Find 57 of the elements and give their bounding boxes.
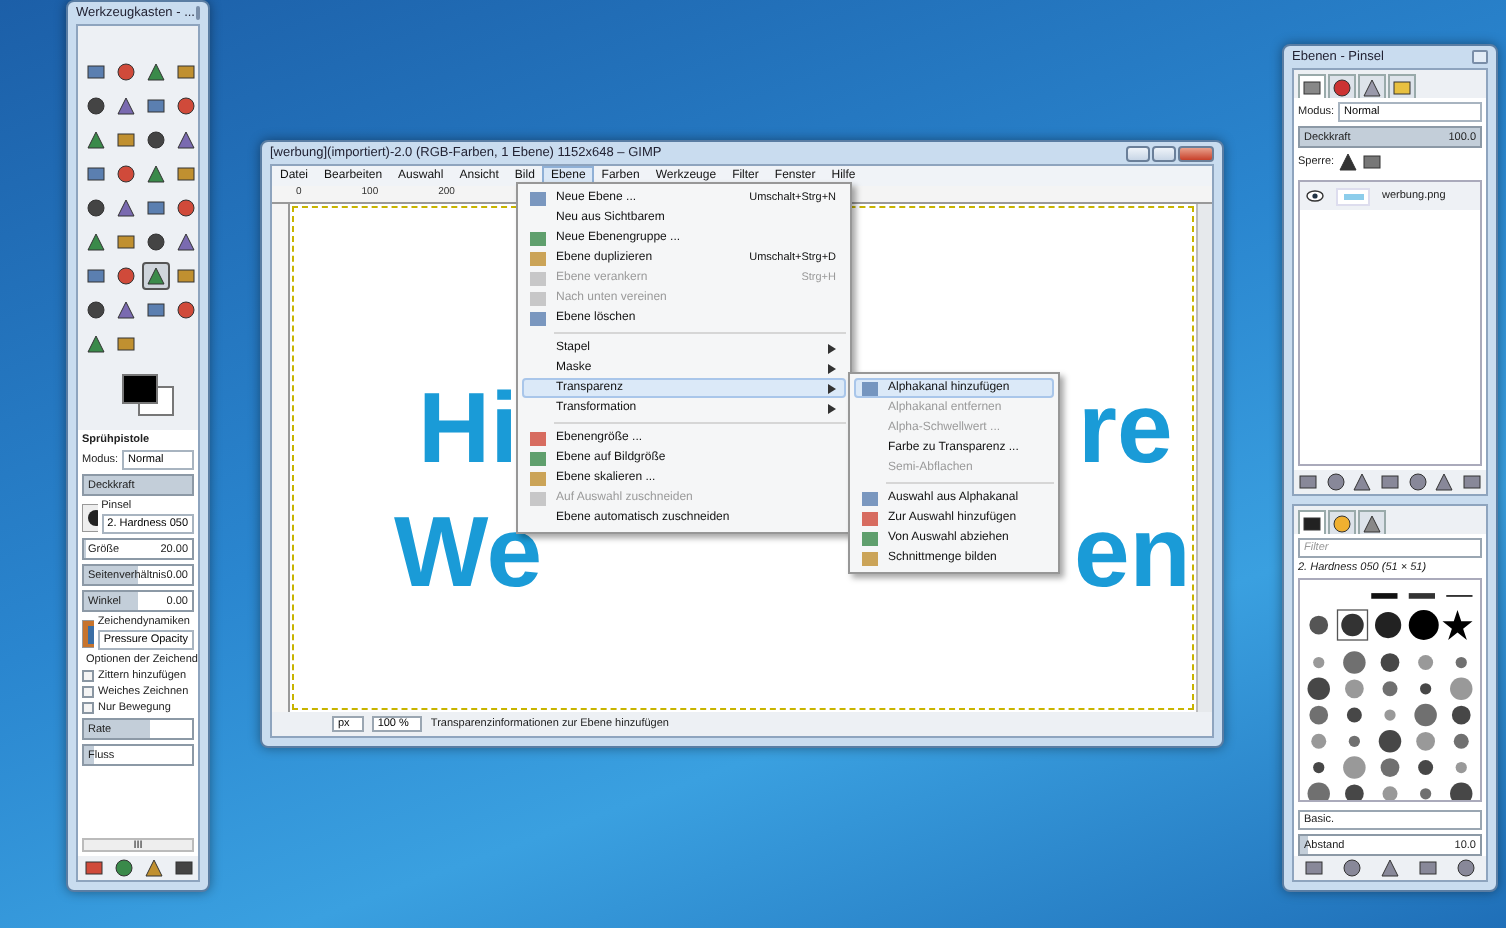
toolbar-icon: [1407, 472, 1428, 492]
tool-button[interactable]: [172, 194, 198, 222]
dock-tab[interactable]: [1358, 510, 1386, 534]
tool-button[interactable]: [172, 228, 198, 256]
toolbar-icon: [1352, 472, 1373, 492]
tool-button[interactable]: [142, 228, 170, 256]
canvas-text: We: [394, 502, 543, 602]
tool-button[interactable]: [82, 92, 110, 120]
vertical-scrollbar[interactable]: [1196, 204, 1212, 712]
tool-button[interactable]: [142, 160, 170, 188]
tool-button[interactable]: [112, 296, 140, 324]
dock-tab[interactable]: [1358, 74, 1386, 98]
tool-button[interactable]: [82, 330, 110, 358]
minimize-button[interactable]: [1126, 145, 1150, 161]
brush-preview-icon[interactable]: [82, 503, 98, 531]
canvas-text: en: [1074, 502, 1191, 602]
layer-thumbnail: [1336, 187, 1370, 205]
dock-tab[interactable]: [1298, 74, 1326, 98]
tool-button[interactable]: [142, 58, 170, 86]
toolbar-icon: [1456, 858, 1477, 878]
toolbar-icon: [1303, 858, 1324, 878]
tool-button[interactable]: [82, 228, 110, 256]
toolbar-icon: [1434, 472, 1455, 492]
tool-button[interactable]: [172, 296, 198, 324]
tool-button[interactable]: [142, 262, 170, 290]
checkbox[interactable]: [82, 670, 94, 682]
checkbox[interactable]: [82, 702, 94, 714]
tool-button[interactable]: [112, 58, 140, 86]
toolbar-icon: [1462, 472, 1483, 492]
tool-button[interactable]: [112, 194, 140, 222]
canvas-text: re: [1078, 378, 1173, 478]
color-swatch[interactable]: [78, 366, 198, 430]
eye-icon[interactable]: [1306, 190, 1324, 202]
tool-button[interactable]: [172, 92, 198, 120]
checkbox[interactable]: [82, 686, 94, 698]
toolbar-icon: [1379, 472, 1400, 492]
tool-button[interactable]: [112, 92, 140, 120]
dock-tab[interactable]: [1328, 510, 1356, 534]
tool-button[interactable]: [112, 160, 140, 188]
toolbar-icon: [1418, 858, 1439, 878]
dock-tab[interactable]: [1328, 74, 1356, 98]
close-button[interactable]: [1472, 50, 1488, 64]
tool-button[interactable]: [142, 126, 170, 154]
canvas-text: Hi: [418, 378, 518, 478]
dock-tab[interactable]: [1298, 510, 1326, 534]
tool-button[interactable]: [172, 126, 198, 154]
tool-button[interactable]: [82, 296, 110, 324]
maximize-button[interactable]: [1152, 145, 1176, 161]
toolbar-icon: [1325, 472, 1346, 492]
toolbar-icon: [1341, 858, 1362, 878]
close-button[interactable]: [1178, 145, 1214, 161]
toolbar-icon: [1297, 472, 1318, 492]
menu-item-icon: [530, 192, 546, 206]
tool-button[interactable]: [112, 262, 140, 290]
tool-button[interactable]: [82, 194, 110, 222]
menu-item-icon: [862, 382, 878, 396]
tool-button[interactable]: [82, 126, 110, 154]
